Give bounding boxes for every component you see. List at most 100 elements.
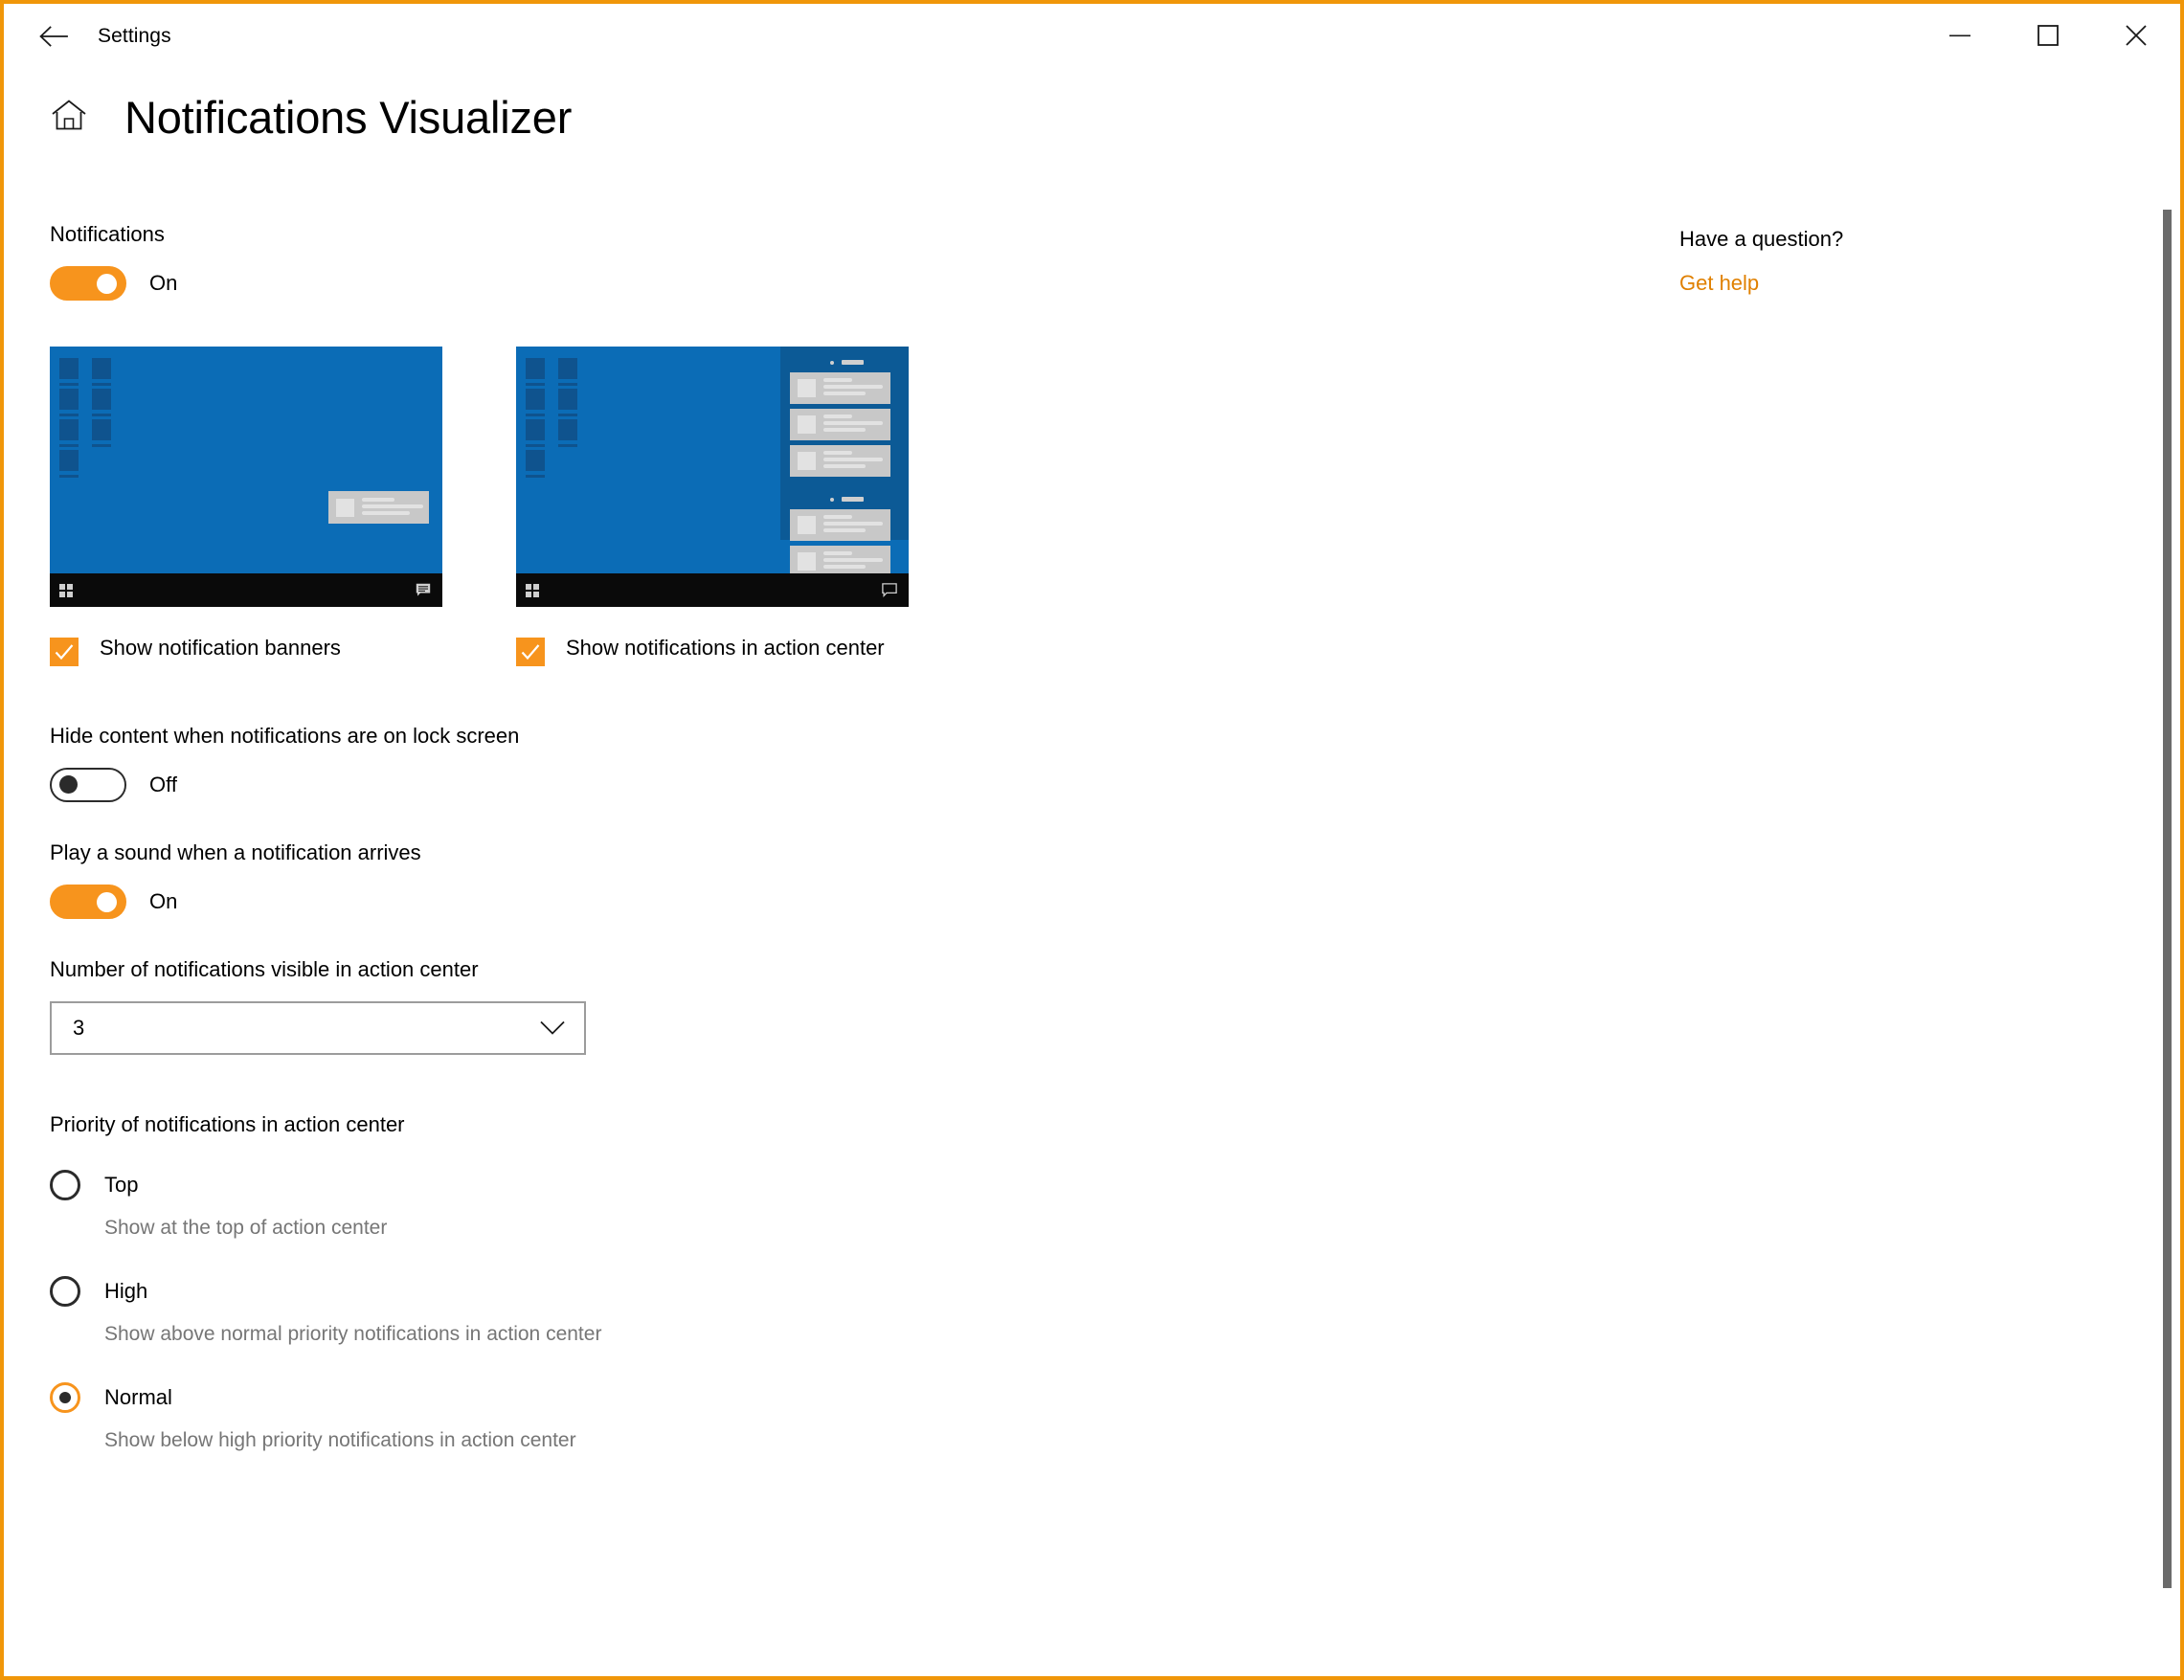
back-button[interactable] xyxy=(21,8,86,65)
help-panel: Have a question? Get help xyxy=(1679,229,1843,296)
chevron-down-icon xyxy=(540,1020,565,1036)
notifications-toggle-row: On xyxy=(50,266,1390,301)
action-center-toast xyxy=(790,372,890,404)
show-in-action-center-checkbox[interactable] xyxy=(516,638,545,666)
maximize-button[interactable] xyxy=(2004,4,2092,69)
app-title: Settings xyxy=(98,25,171,47)
preview-taskbar xyxy=(516,573,909,607)
show-banners-checkbox[interactable] xyxy=(50,638,79,666)
banner-title-line xyxy=(362,497,394,502)
desktop-icon-label xyxy=(92,444,111,447)
desktop-icon xyxy=(526,419,545,440)
close-button[interactable] xyxy=(2092,4,2180,69)
vertical-scrollbar-thumb[interactable] xyxy=(2163,210,2172,1588)
show-banners-checkbox-row[interactable]: Show notification banners xyxy=(50,636,442,666)
desktop-icon-label xyxy=(92,383,111,386)
toast-title-line xyxy=(823,451,852,455)
show-in-action-center-checkbox-row[interactable]: Show notifications in action center xyxy=(516,636,909,666)
number-visible-dropdown[interactable]: 3 xyxy=(50,1001,586,1055)
priority-setting-group: Priority of notifications in action cent… xyxy=(50,1114,1390,1450)
priority-high-description: Show above normal priority notifications… xyxy=(104,1323,602,1345)
priority-normal-description: Show below high priority notifications i… xyxy=(104,1429,576,1451)
desktop-icon xyxy=(558,389,577,410)
desktop-icon-label xyxy=(59,444,79,447)
banner-text-lines xyxy=(362,497,423,518)
toast-body-line xyxy=(823,392,866,395)
priority-high-label: High xyxy=(104,1279,148,1303)
hide-content-toggle[interactable] xyxy=(50,768,126,802)
desktop-icon-label xyxy=(558,444,577,447)
radio-selected-dot xyxy=(59,1392,71,1403)
action-center-icon-filled xyxy=(416,583,431,597)
home-button[interactable] xyxy=(42,88,96,146)
priority-normal-label: Normal xyxy=(104,1385,172,1409)
banner-body-line xyxy=(362,510,410,515)
priority-option-top: Top Show at the top of action center xyxy=(50,1170,1390,1238)
action-center-toast xyxy=(790,509,890,541)
desktop-icon-label xyxy=(59,383,79,386)
home-icon xyxy=(51,99,87,136)
toast-body-line xyxy=(823,565,866,569)
desktop-icon xyxy=(558,419,577,440)
desktop-icon xyxy=(59,358,79,379)
priority-high-radio-row[interactable]: High xyxy=(50,1276,1390,1307)
action-center-preview[interactable] xyxy=(516,347,909,607)
priority-option-high: High Show above normal priority notifica… xyxy=(50,1276,1390,1344)
hide-content-toggle-row: Off xyxy=(50,768,1390,802)
caption-button-group xyxy=(1916,4,2180,69)
banner-body-line xyxy=(362,504,423,508)
priority-normal-radio[interactable] xyxy=(50,1382,80,1413)
play-sound-toggle-row: On xyxy=(50,885,1390,919)
toast-body-line xyxy=(823,385,883,389)
notification-group-header xyxy=(830,360,864,365)
hide-content-label: Hide content when notifications are on l… xyxy=(50,724,520,748)
priority-normal-radio-row[interactable]: Normal xyxy=(50,1382,1390,1413)
notifications-setting-group: Notifications On xyxy=(50,224,1390,301)
play-sound-toggle[interactable] xyxy=(50,885,126,919)
toast-body-line xyxy=(823,458,883,461)
hide-content-setting-group: Hide content when notifications are on l… xyxy=(50,726,1390,802)
priority-label: Priority of notifications in action cent… xyxy=(50,1112,405,1136)
desktop-icon xyxy=(526,450,545,471)
notification-group-header xyxy=(830,497,864,502)
toast-app-image xyxy=(798,516,816,534)
toast-app-image xyxy=(798,452,816,470)
get-help-link[interactable]: Get help xyxy=(1679,271,1759,296)
windows-start-icon xyxy=(59,584,73,597)
title-bar: Settings xyxy=(4,4,2180,69)
toast-text-lines xyxy=(823,414,883,435)
number-visible-label: Number of notifications visible in actio… xyxy=(50,957,479,981)
action-center-icon-outline xyxy=(882,583,897,598)
priority-top-radio[interactable] xyxy=(50,1170,80,1200)
notifications-toggle[interactable] xyxy=(50,266,126,301)
desktop-icon-label xyxy=(526,475,545,478)
minimize-icon xyxy=(1949,30,1970,44)
show-banners-label: Show notification banners xyxy=(100,636,341,660)
priority-high-radio[interactable] xyxy=(50,1276,80,1307)
toast-body-line xyxy=(823,428,866,432)
action-center-preview-block: Show notifications in action center xyxy=(516,347,909,666)
group-app-dot xyxy=(830,497,834,502)
preview-thumbnails-row: Show notification banners Show notificat… xyxy=(50,347,1390,666)
close-icon xyxy=(2126,24,2147,49)
toast-body-line xyxy=(823,528,866,532)
toast-title-line xyxy=(823,515,852,519)
hide-content-toggle-state: Off xyxy=(149,773,177,796)
vertical-scrollbar-track[interactable] xyxy=(2153,69,2176,1672)
priority-top-radio-row[interactable]: Top xyxy=(50,1170,1390,1200)
desktop-icon xyxy=(92,389,111,410)
desktop-icon xyxy=(526,389,545,410)
settings-content-area: Have a question? Get help Notifications … xyxy=(4,186,2180,1676)
minimize-button[interactable] xyxy=(1916,4,2004,69)
page-header: Notifications Visualizer xyxy=(4,88,572,146)
desktop-icon-label xyxy=(92,414,111,416)
toast-body-line xyxy=(823,522,883,526)
group-app-name-bar xyxy=(842,497,864,502)
desktop-icon xyxy=(558,358,577,379)
desktop-icon xyxy=(59,389,79,410)
desktop-banner-preview[interactable] xyxy=(50,347,442,607)
group-app-dot xyxy=(830,360,834,365)
desktop-icon xyxy=(526,358,545,379)
priority-top-description: Show at the top of action center xyxy=(104,1217,388,1239)
preview-desktop xyxy=(516,347,909,577)
